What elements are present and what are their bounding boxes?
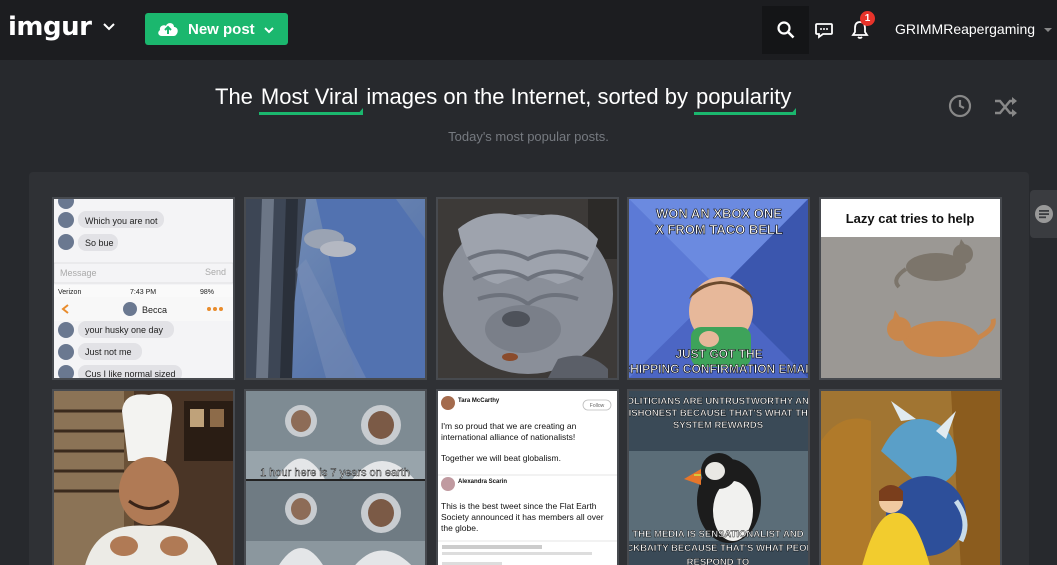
- battery: 98%: [200, 289, 214, 296]
- tweet-line: I'm so proud that we are creating an: [441, 421, 577, 431]
- tweet-author: Tara McCarthy: [458, 398, 500, 404]
- tweet-line: the globe.: [441, 523, 478, 533]
- post-thumbnail[interactable]: Tara McCarthy Follow I'm so proud that w…: [436, 389, 619, 565]
- page-subtitle: Today's most popular posts.: [448, 129, 609, 144]
- gallery-headline: The Most Viral images on the Internet, sor…: [215, 84, 799, 115]
- meme-bottom-line: SHIPPING CONFIRMATION EMAIL: [629, 362, 808, 376]
- meme-bottom-line: JUST GOT THE: [675, 347, 762, 361]
- tweet-screenshot-image: Tara McCarthy Follow I'm so proud that w…: [438, 391, 617, 565]
- message-placeholder: Message: [60, 268, 97, 278]
- shuffle-icon[interactable]: [993, 96, 1019, 118]
- side-panel-toggle[interactable]: [1030, 190, 1057, 238]
- chat-line: your husky one day: [85, 325, 164, 335]
- messages-icon[interactable]: [814, 20, 834, 40]
- post-thumbnail[interactable]: Which you are not So bue Message Send Ve…: [52, 197, 235, 380]
- headline-prefix: The: [215, 84, 253, 109]
- meme-top-line: POLITICIANS ARE UNTRUSTWORTHY AND: [629, 396, 808, 407]
- wrinkly-dog-image: [438, 199, 617, 378]
- tweet-line: international alliance of nationalists!: [441, 432, 575, 442]
- contact-name: Becca: [142, 305, 167, 315]
- building-photo-image: [246, 199, 425, 378]
- meme-top-line: SYSTEM REWARDS: [673, 420, 763, 431]
- meme-top-line: DISHONEST BECAUSE THAT'S WHAT THE: [629, 408, 808, 419]
- search-icon: [777, 21, 795, 39]
- tweet-author: Alexandra Scarin: [458, 479, 507, 485]
- post-thumbnail[interactable]: POLITICIANS ARE UNTRUSTWORTHY AND DISHON…: [627, 389, 810, 565]
- comment-icon: [1035, 205, 1053, 223]
- send-label: Send: [205, 267, 226, 277]
- carrier: Verizon: [58, 289, 81, 296]
- meme-bottom-line: THE MEDIA IS SENSATIONALIST AND: [632, 529, 803, 540]
- meme-caption: 1 hour here is 7 years on earth: [260, 467, 410, 479]
- meme-top-line: WON AN XBOX ONE: [656, 206, 782, 221]
- chevron-down-icon: [264, 27, 274, 34]
- meme-bottom-line: CLICKBAITY BECAUSE THAT'S WHAT PEOPLE: [629, 543, 808, 554]
- username-menu[interactable]: GRIMMReapergaming: [895, 21, 1035, 37]
- interstellar-meme-image: 1 hour here is 7 years on earth: [246, 391, 425, 565]
- clock-icon[interactable]: [948, 94, 972, 118]
- follow-button: Follow: [590, 403, 605, 409]
- status-time: 7:43 PM: [130, 289, 156, 296]
- tweet-line: Society announced it has members all ove…: [441, 512, 604, 522]
- puffin-meme-image: POLITICIANS ARE UNTRUSTWORTHY AND DISHON…: [629, 391, 808, 565]
- notification-badge: 1: [860, 11, 875, 26]
- post-thumbnail[interactable]: 1 hour here is 7 years on earth: [244, 389, 427, 565]
- chevron-down-icon[interactable]: [1043, 26, 1053, 34]
- chat-screenshot-image: Which you are not So bue Message Send Ve…: [54, 199, 233, 378]
- headline-middle: images on the Internet, sorted by: [366, 84, 688, 109]
- imgur-logo[interactable]: imgur: [8, 12, 92, 42]
- post-thumbnail[interactable]: WON AN XBOX ONE X FROM TACO BELL JUST GO…: [627, 197, 810, 380]
- post-thumbnail[interactable]: [244, 197, 427, 380]
- chef-image: [54, 391, 233, 565]
- tweet-line: Together we will beat globalism.: [441, 453, 561, 463]
- chevron-down-icon[interactable]: [102, 20, 116, 34]
- sort-selector[interactable]: popularity: [693, 84, 797, 115]
- cloud-upload-icon: [158, 23, 178, 36]
- section-selector[interactable]: Most Viral: [258, 84, 364, 115]
- post-thumbnail[interactable]: Lazy cat tries to help: [819, 197, 1002, 380]
- beauty-and-beast-image: [821, 391, 1000, 565]
- post-thumbnail[interactable]: [819, 389, 1002, 565]
- meme-caption: Lazy cat tries to help: [846, 211, 975, 226]
- chat-line: Just not me: [85, 347, 132, 357]
- chat-line: Cus I like normal sized: [85, 369, 176, 378]
- chat-line: Which you are not: [85, 216, 158, 226]
- chat-line: So bue: [85, 238, 114, 248]
- meme-bottom-line: RESPOND TO: [687, 557, 750, 565]
- meme-top-line: X FROM TACO BELL: [655, 222, 783, 237]
- search-button[interactable]: [762, 6, 809, 54]
- top-bar: imgur New post 1 GRIMMReapergaming: [0, 0, 1057, 60]
- lazy-cat-image: Lazy cat tries to help: [821, 199, 1000, 378]
- new-post-button[interactable]: New post: [145, 13, 288, 45]
- post-thumbnail[interactable]: [52, 389, 235, 565]
- tweet-line: This is the best tweet since the Flat Ea…: [441, 501, 597, 511]
- post-thumbnail[interactable]: [436, 197, 619, 380]
- new-post-label: New post: [188, 21, 255, 38]
- success-kid-meme-image: WON AN XBOX ONE X FROM TACO BELL JUST GO…: [629, 199, 808, 378]
